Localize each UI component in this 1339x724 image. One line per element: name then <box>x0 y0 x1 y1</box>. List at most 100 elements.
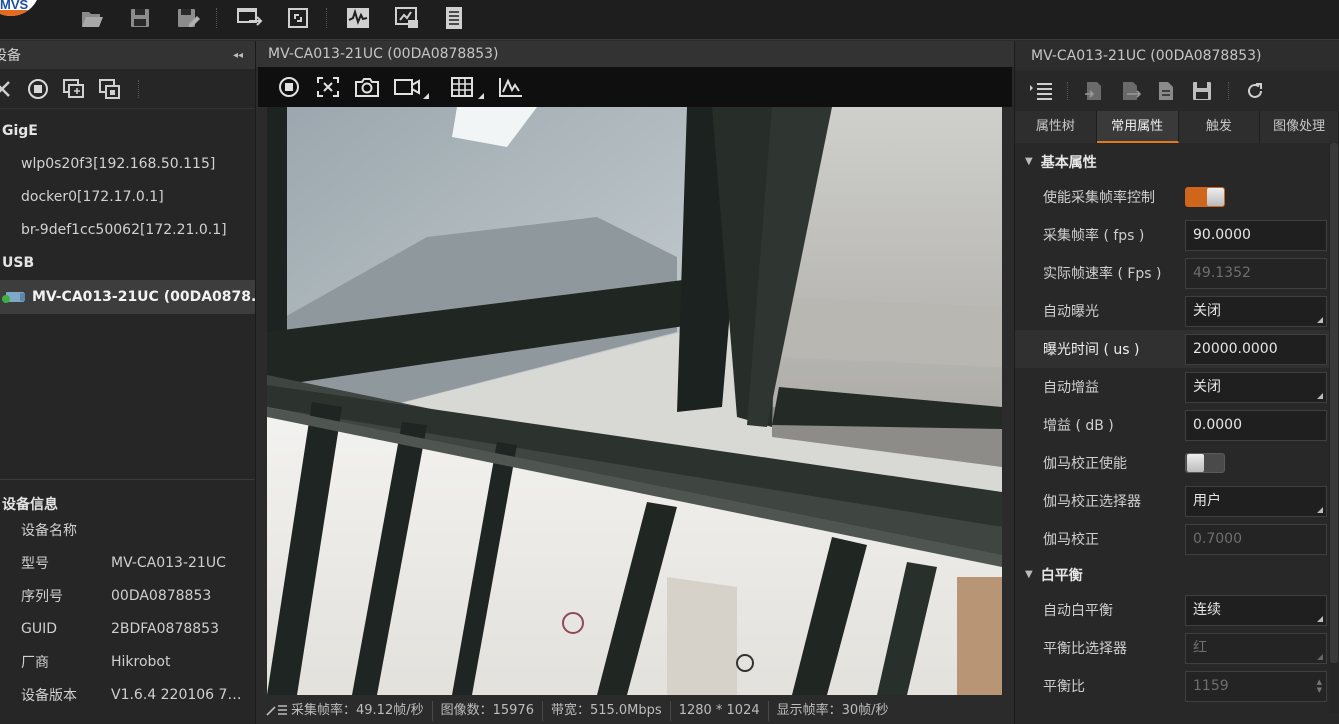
info-key: 序列号 <box>21 588 63 605</box>
property-label: 平衡比选择器 <box>1043 641 1127 657</box>
device-panel-title: 设备 <box>0 48 21 64</box>
tree-group-usb[interactable]: USB <box>0 247 255 280</box>
main-toolbar: MVS <box>0 0 1339 40</box>
status-fps-text: 采集帧率：49.12帧/秒 <box>291 703 424 718</box>
property-label: 采集帧率 ( fps ) <box>1043 228 1145 244</box>
save-config-icon[interactable] <box>1188 77 1216 105</box>
property-row: 平衡比 1159 ▲ ▼ <box>1015 667 1339 705</box>
export-config-icon[interactable] <box>1116 77 1144 105</box>
spinner-arrows-icon: ▲ ▼ <box>1316 677 1322 694</box>
properties-toolbar <box>1015 71 1339 111</box>
property-label: 使能采集帧率控制 <box>1043 190 1155 206</box>
tree-item-interface[interactable]: br-9def1cc50062[172.21.0.1] <box>0 214 255 247</box>
folder-open-icon[interactable] <box>78 5 106 31</box>
info-value: MV-CA013-21UC <box>111 554 226 571</box>
info-value: 00DA0878853 <box>111 587 212 604</box>
tree-item-interface[interactable]: docker0[172.17.0.1] <box>0 181 255 214</box>
gamma-selector-select[interactable]: 用户 <box>1185 485 1327 517</box>
grid-overlay-icon[interactable] <box>448 73 484 101</box>
info-value: V1.6.4 220106 747... <box>111 686 249 703</box>
device-panel-header: 设备 ◂◂ <box>0 41 255 69</box>
auto-exposure-select[interactable]: 关闭 <box>1185 295 1327 327</box>
info-key: 设备名称 <box>21 522 77 539</box>
framerate-enable-toggle[interactable] <box>1185 187 1225 207</box>
batch-window-icon[interactable] <box>96 75 124 103</box>
info-row: 序列号 00DA0878853 <box>0 579 255 612</box>
properties-title: MV-CA013-21UC (00DA0878853) <box>1015 41 1339 71</box>
property-row: 使能采集帧率控制 <box>1015 178 1339 216</box>
list-icon[interactable] <box>440 5 468 31</box>
stop-capture-button[interactable] <box>275 73 303 101</box>
tab-property-tree[interactable]: 属性树 <box>1015 111 1097 143</box>
camera-image[interactable] <box>267 107 1002 695</box>
property-row: 曝光时间 ( us ) 20000.0000 <box>1015 330 1339 368</box>
property-label: 实际帧速率 ( Fps ) <box>1043 266 1162 282</box>
status-bandwidth: 带宽：515.0Mbps <box>543 701 671 721</box>
section-basic-properties[interactable]: ▼ 基本属性 <box>1015 145 1339 178</box>
balance-ratio-value: 1159 <box>1193 677 1229 694</box>
gain-input[interactable]: 0.0000 <box>1185 409 1327 441</box>
properties-panel: MV-CA013-21UC (00DA0878853) 属性树 常用属性 触发 … <box>1014 41 1339 724</box>
save-as-icon[interactable] <box>175 5 203 31</box>
record-video-icon[interactable] <box>393 73 429 101</box>
info-key: 厂商 <box>21 654 49 671</box>
property-row: 实际帧速率 ( Fps ) 49.1352 <box>1015 254 1339 292</box>
info-row: 厂商 Hikrobot <box>0 645 255 678</box>
fullscreen-icon[interactable] <box>284 5 312 31</box>
tree-group-gige[interactable]: GigE <box>0 115 255 148</box>
refresh-icon[interactable] <box>1241 77 1269 105</box>
usb-camera-icon <box>2 290 26 304</box>
property-row: 平衡比选择器 红 <box>1015 629 1339 667</box>
monitor-settings-icon[interactable] <box>393 5 421 31</box>
multi-window-icon[interactable] <box>236 5 264 31</box>
auto-gain-select[interactable]: 关闭 <box>1185 371 1327 403</box>
section-white-balance[interactable]: ▼ 白平衡 <box>1015 558 1339 591</box>
property-row: 增益 ( dB ) 0.0000 <box>1015 406 1339 444</box>
property-label: 增益 ( dB ) <box>1043 418 1114 434</box>
device-panel: 设备 ◂◂ GigE wlp0s20f3[192.168.50.115] doc… <box>0 41 256 724</box>
info-key: 设备版本 <box>21 687 77 704</box>
tree-item-interface[interactable]: wlp0s20f3[192.168.50.115] <box>0 148 255 181</box>
copy-window-icon[interactable] <box>60 75 88 103</box>
histogram-icon[interactable] <box>497 73 525 101</box>
document-icon[interactable] <box>1152 77 1180 105</box>
exposure-time-input[interactable]: 20000.0000 <box>1185 333 1327 365</box>
info-key: GUID <box>21 620 58 637</box>
collapse-panel-button[interactable]: ◂◂ <box>233 50 243 61</box>
list-view-icon[interactable] <box>1027 77 1055 105</box>
tab-image-processing[interactable]: 图像处理 <box>1260 111 1339 143</box>
balance-ratio-selector: 红 <box>1185 632 1327 664</box>
gamma-enable-toggle[interactable] <box>1185 453 1225 473</box>
import-config-icon[interactable] <box>1080 77 1108 105</box>
auto-white-balance-select[interactable]: 连续 <box>1185 594 1327 626</box>
property-label: 曝光时间 ( us ) <box>1043 342 1140 358</box>
tab-common-properties[interactable]: 常用属性 <box>1096 111 1179 143</box>
framerate-input[interactable]: 90.0000 <box>1185 219 1327 251</box>
image-view-title: MV-CA013-21UC (00DA0878853) <box>256 41 1014 67</box>
device-info: 设备信息 设备名称 型号 MV-CA013-21UC 序列号 00DA0878853… <box>0 479 255 724</box>
camera-snapshot-icon[interactable] <box>353 73 381 101</box>
tree-item-camera[interactable]: MV-CA013-21UC (00DA0878... <box>0 280 255 314</box>
actual-framerate-field: 49.1352 <box>1185 257 1327 289</box>
disconnect-button[interactable] <box>0 75 16 103</box>
status-resolution: 1280 * 1024 <box>671 701 769 721</box>
property-label: 伽马校正使能 <box>1043 456 1127 472</box>
property-row: 伽马校正使能 <box>1015 444 1339 482</box>
property-label: 伽马校正 <box>1043 532 1099 548</box>
property-row: 伽马校正 0.7000 <box>1015 520 1339 558</box>
property-list: ▼ 基本属性 使能采集帧率控制 采集帧率 ( fps ) 90.0000 实际帧速… <box>1015 143 1339 705</box>
property-label: 自动曝光 <box>1043 304 1099 320</box>
info-row: GUID 2BDFA0878853 <box>0 612 255 645</box>
info-value: Hikrobot <box>111 653 171 670</box>
section-title: 白平衡 <box>1040 567 1083 584</box>
stop-grab-button[interactable] <box>24 75 52 103</box>
property-row: 伽马校正选择器 用户 <box>1015 482 1339 520</box>
status-display-fps: 显示帧率：30帧/秒 <box>776 703 889 718</box>
waveform-icon[interactable] <box>344 5 372 31</box>
properties-scrollbar[interactable] <box>1329 143 1339 713</box>
tab-trigger[interactable]: 触发 <box>1178 111 1261 143</box>
save-icon[interactable] <box>126 5 154 31</box>
property-row: 自动曝光 关闭 <box>1015 292 1339 330</box>
image-toolbar <box>258 67 1012 107</box>
close-preview-icon[interactable] <box>314 73 342 101</box>
